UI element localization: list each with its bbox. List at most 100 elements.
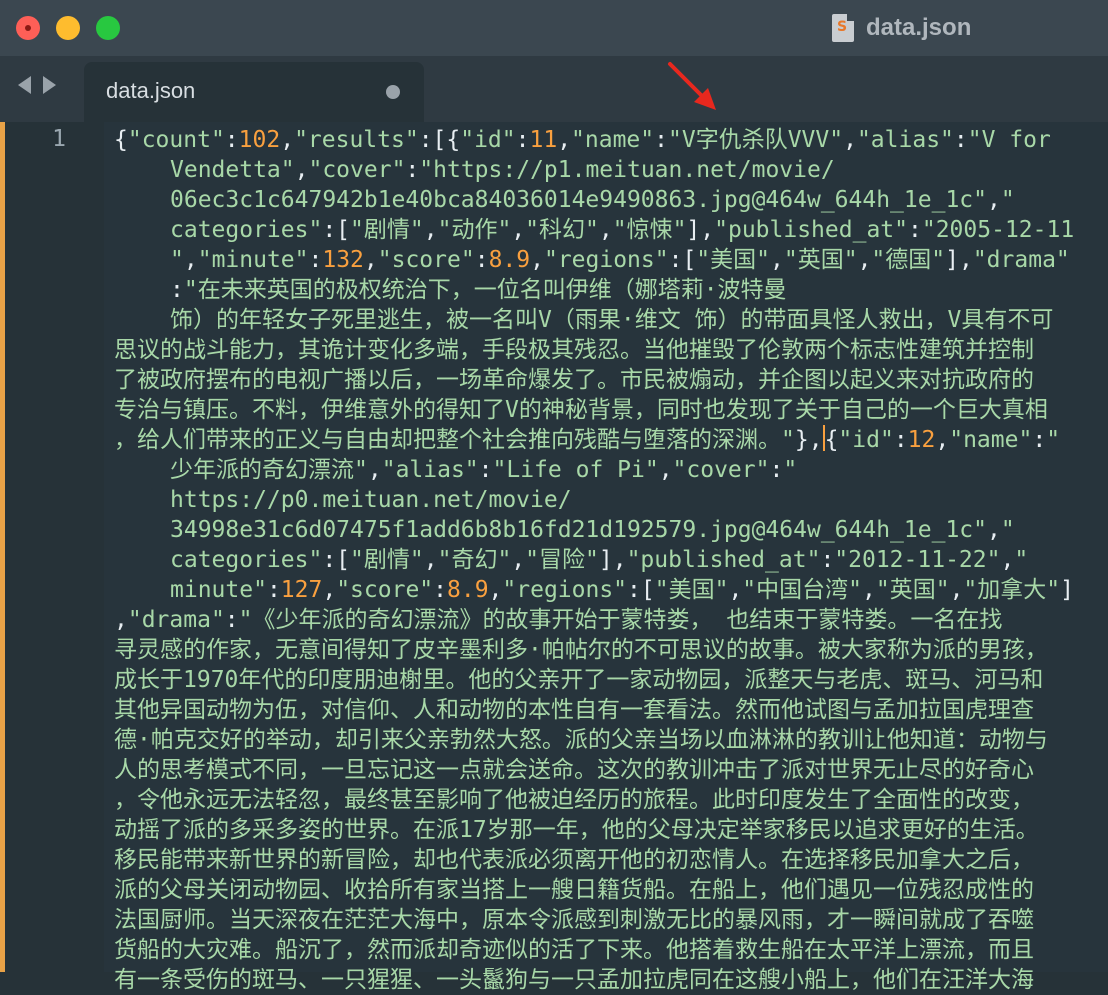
number-token: 8.9 [447, 577, 489, 603]
punctuation-token: , [598, 217, 613, 243]
code-line: categories":["剧情","奇幻","冒险"],"published_… [170, 545, 1028, 575]
string-token: 派的父母关闭动物园、收拾所有家当搭上一艘日籍货船。在船上，他们遇见一位残忍成性的 [114, 877, 1034, 903]
code-line: 动摇了派的多采多姿的世界。在派17岁那一年，他的父母决定举家移民以追求更好的生活… [114, 815, 1039, 845]
punctuation-token: , [114, 607, 128, 633]
code-line: 思议的战斗能力，其诡计变化多端，手段极其残忍。当他摧毁了伦敦两个标志性建筑并控制 [114, 335, 1034, 365]
punctuation-token: : [224, 127, 239, 153]
zoom-window-button[interactable] [96, 16, 120, 40]
string-token: 饰）的年轻女子死里逃生，被一名叫V（雨果·维文 饰）的带面具怪人救出，V具有不可 [170, 307, 1054, 333]
close-window-button[interactable] [16, 16, 40, 40]
unsaved-dot-icon[interactable] [386, 85, 400, 99]
string-token: 人的思考模式不同，一旦忘记这一点就会送命。这次的教训冲击了派对世界无止尽的好奇心 [114, 757, 1034, 783]
string-token: "name" [949, 427, 1033, 453]
string-token: minute" [170, 577, 267, 603]
string-token: "剧情" [350, 547, 424, 573]
code-line: 寻灵感的作家，无意间得知了皮辛墨利多·帕帖尔的不可思议的故事。被大家称为派的男孩… [114, 635, 1048, 665]
punctuation-token: : [893, 427, 908, 453]
string-token: "科幻" [525, 217, 599, 243]
string-token: "regions" [543, 247, 669, 273]
punctuation-token: , [986, 187, 1001, 213]
code-line: 法国厨师。当天深夜在茫茫大海中，原本令派感到刺激无比的暴风雨，才一瞬间就成了吞噬 [114, 905, 1034, 935]
string-token: "剧情" [350, 217, 424, 243]
string-token: "cover" [672, 457, 770, 483]
previous-tab-icon[interactable] [18, 76, 31, 94]
punctuation-token: , [935, 427, 950, 453]
punctuation-token: , [658, 457, 673, 483]
string-token: " [1014, 547, 1029, 573]
punctuation-token: , [530, 247, 544, 273]
punctuation-token: , [511, 547, 526, 573]
string-token: 移民能带来新世界的新冒险，却也代表派必须离开他的初恋情人。在选择移民加拿大之后， [114, 847, 1034, 873]
punctuation-token: : [769, 457, 784, 483]
code-editor[interactable]: {"count":102,"results":[{"id":11,"name":… [104, 122, 1108, 993]
string-token: "id" [460, 127, 516, 153]
code-line: 货船的大灾难。船沉了，然而派却奇迹似的活了下来。他搭着救生船在太平洋上漂流，而且 [114, 935, 1034, 965]
punctuation-token: ] [1060, 577, 1074, 603]
code-line: ","minute":132,"score":8.9,"regions":["美… [170, 245, 1070, 275]
string-token: "id" [838, 427, 894, 453]
punctuation-token: , [322, 577, 337, 603]
string-token: 德·帕克交好的举动，却引来父亲勃然大怒。派的父亲当场以血淋淋的教训让他知道：动物… [114, 727, 1048, 753]
punctuation-token: : [654, 127, 668, 153]
string-token: "德国" [871, 247, 946, 273]
number-token: 11 [529, 127, 558, 153]
punctuation-token: : [224, 607, 239, 633]
string-token: "https://p1.meituan.net/movie/ [419, 157, 835, 183]
string-token: "Life of Pi" [492, 457, 659, 483]
string-token: "published_at" [626, 547, 821, 573]
punctuation-token: :[ [668, 247, 697, 273]
string-token: "英国" [783, 247, 858, 273]
code-line: https://p0.meituan.net/movie/ [170, 485, 572, 515]
punctuation-token: ], [686, 217, 715, 243]
string-token: "奇幻" [437, 547, 512, 573]
code-line: ,"drama":"《少年派的奇幻漂流》的故事开始于蒙特娄， 也结束于蒙特娄。一… [114, 605, 1002, 635]
code-line: 了被政府摆布的电视广播以后，一场革命爆发了。市民被煽动，并企图以起义来对抗政府的 [114, 365, 1034, 395]
minimize-window-button[interactable] [56, 16, 80, 40]
punctuation-token: : [170, 277, 184, 303]
sublime-file-icon [832, 14, 854, 42]
modified-line-marker [0, 122, 5, 972]
next-tab-icon[interactable] [43, 76, 56, 94]
punctuation-token: , [1000, 547, 1015, 573]
punctuation-token: : [405, 157, 420, 183]
punctuation-token: , [183, 247, 198, 273]
punctuation-token: : [953, 127, 968, 153]
punctuation-token: : [433, 577, 447, 603]
string-token: "cover" [308, 157, 406, 183]
string-token: 专治与镇压。不料，伊维意外的得知了V的神秘背景，同时也发现了关于自己的一个巨大真… [114, 397, 1048, 423]
string-token: "2005-12-11 [921, 217, 1075, 243]
punctuation-token: , [986, 517, 1001, 543]
line-number: 1 [52, 126, 66, 152]
code-line: :"在未来英国的极权统治下，一位名叫伊维（娜塔莉·波特曼 [170, 275, 787, 305]
string-token: " [783, 457, 798, 483]
code-line: 人的思考模式不同，一旦忘记这一点就会送命。这次的教训冲击了派对世界无止尽的好奇心 [114, 755, 1034, 785]
code-line: 其他异国动物为伍，对信仰、人和动物的本性自有一套看法。然而他试图与孟加拉国虎理查 [114, 695, 1034, 725]
tab-data-json[interactable]: data.json [84, 62, 424, 122]
string-token: " [1000, 517, 1015, 543]
punctuation-token: : [820, 547, 835, 573]
punctuation-token: : [478, 457, 493, 483]
punctuation-token: : [515, 127, 530, 153]
number-token: 132 [322, 247, 364, 273]
code-line: 专治与镇压。不料，伊维意外的得知了V的神秘背景，同时也发现了关于自己的一个巨大真… [114, 395, 1048, 425]
string-token: 其他异国动物为伍，对信仰、人和动物的本性自有一套看法。然而他试图与孟加拉国虎理查 [114, 697, 1034, 723]
string-token: 少年派的奇幻漂流" [170, 457, 368, 483]
string-token: categories" [170, 547, 323, 573]
string-token: " [1000, 187, 1015, 213]
punctuation-token: { [824, 427, 839, 453]
punctuation-token: ], [945, 247, 973, 273]
code-line: 有一条受伤的斑马、一只猩猩、一头鬣狗与一只孟加拉虎同在这艘小船上，他们在汪洋大海 [114, 965, 1034, 995]
string-token: "regions" [502, 577, 628, 603]
punctuation-token: : [474, 247, 489, 273]
string-token: 思议的战斗能力，其诡计变化多端，手段极其残忍。当他摧毁了伦敦两个标志性建筑并控制 [114, 337, 1034, 363]
code-line: categories":["剧情","动作","科幻","惊悚"],"publi… [170, 215, 1074, 245]
punctuation-token: , [363, 247, 378, 273]
punctuation-token: : [308, 247, 323, 273]
punctuation-token: : [266, 577, 281, 603]
code-line: 少年派的奇幻漂流","alias":"Life of Pi","cover":" [170, 455, 797, 485]
string-token: 成长于1970年代的印度朋迪榭里。他的父亲开了一家动物园，派整天与老虎、斑马、河… [114, 667, 1044, 693]
string-token: "《少年派的奇幻漂流》的故事开始于蒙特娄， 也结束于蒙特娄。一名在找 [238, 607, 1003, 633]
string-token: 34998e31c6d07475f1add6b8b16fd21d192579.j… [170, 517, 987, 543]
string-token: 法国厨师。当天深夜在茫茫大海中，原本令派感到刺激无比的暴风雨，才一瞬间就成了吞噬 [114, 907, 1034, 933]
punctuation-token: , [511, 217, 526, 243]
